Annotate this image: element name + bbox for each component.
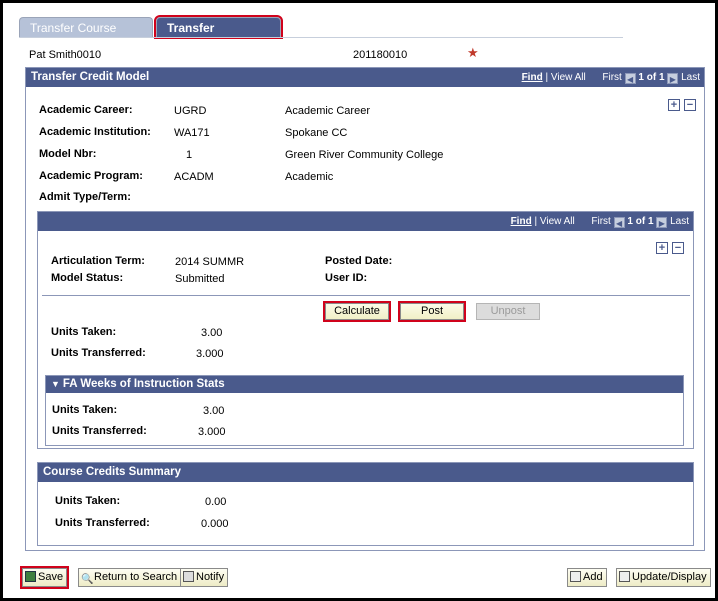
- summary-units-taken-label: Units Taken:: [55, 495, 121, 507]
- academic-institution-label: Academic Institution:: [39, 126, 151, 138]
- notify-button[interactable]: Notify: [180, 568, 229, 587]
- articulation-term-label: Articulation Term:: [51, 255, 145, 267]
- calculate-button[interactable]: Calculate: [323, 301, 391, 322]
- model-nbr-value: 1: [186, 149, 193, 161]
- fa-units-taken-value: 3.00: [203, 405, 225, 417]
- fa-units-transferred-value: 3.000: [198, 426, 226, 438]
- academic-program-code: ACADM: [174, 171, 214, 183]
- transfer-credit-model-group: Transfer Credit Model Find | View All Fi…: [25, 67, 705, 551]
- student-id: 201180010: [353, 49, 408, 61]
- term-row-count: 1 of 1: [627, 216, 654, 227]
- articulation-term-header: Find | View All First ◀ 1 of 1 ▶ Last: [38, 212, 693, 231]
- save-button[interactable]: Save: [19, 566, 70, 589]
- posted-date-label: Posted Date:: [325, 255, 393, 267]
- post-button[interactable]: Post: [398, 301, 466, 322]
- group-title: Transfer Credit Model: [31, 71, 150, 83]
- tab-divider: [19, 37, 623, 38]
- row-count: 1 of 1: [638, 72, 665, 83]
- add-row-icon[interactable]: +: [668, 99, 680, 111]
- units-transferred-value: 3.000: [196, 348, 224, 360]
- transfer-credit-model-header: Transfer Credit Model Find | View All Fi…: [26, 68, 704, 87]
- star-icon: ★: [467, 45, 479, 60]
- fa-weeks-title: FA Weeks of Instruction Stats: [62, 378, 225, 390]
- term-last-label: Last: [670, 216, 689, 227]
- user-id-label: User ID:: [325, 272, 368, 284]
- search-icon: 🔍: [81, 574, 94, 585]
- student-name: Pat Smith0010: [29, 49, 102, 61]
- update-label: Update/Display: [632, 571, 707, 583]
- summary-units-taken-value: 0.00: [205, 496, 227, 508]
- units-transferred-label: Units Transferred:: [51, 347, 146, 359]
- notify-icon: [183, 571, 194, 582]
- term-next-icon[interactable]: ▶: [656, 217, 668, 228]
- notify-label: Notify: [196, 571, 225, 583]
- add-button[interactable]: Add: [567, 568, 607, 587]
- model-status-label: Model Status:: [51, 272, 124, 284]
- fa-weeks-group: ▼ FA Weeks of Instruction Stats Units Tak…: [45, 375, 684, 446]
- add-icon: [570, 571, 581, 582]
- update-display-button[interactable]: Update/Display: [616, 568, 711, 587]
- fa-units-taken-label: Units Taken:: [52, 404, 118, 416]
- save-icon: [25, 571, 36, 582]
- next-icon[interactable]: ▶: [667, 73, 679, 84]
- course-credits-summary-group: Course Credits Summary Units Taken: 0.00…: [37, 462, 694, 546]
- first-label: First: [602, 72, 622, 83]
- tab-transfer-course-details[interactable]: Transfer Course Details: [19, 17, 153, 55]
- fa-weeks-header[interactable]: ▼ FA Weeks of Instruction Stats: [46, 376, 683, 393]
- academic-career-code: UGRD: [174, 105, 207, 117]
- find-link[interactable]: Find: [522, 72, 543, 83]
- delete-row-icon[interactable]: −: [684, 99, 696, 111]
- save-label: Save: [38, 571, 64, 583]
- academic-program-desc: Academic: [285, 171, 334, 183]
- fa-units-transferred-label: Units Transferred:: [52, 425, 147, 437]
- term-view-all-link[interactable]: View All: [540, 216, 575, 227]
- divider: [42, 295, 690, 296]
- return-to-search-button[interactable]: 🔍Return to Search: [78, 568, 182, 587]
- course-credits-summary-header: Course Credits Summary: [38, 463, 693, 482]
- last-label: Last: [681, 72, 700, 83]
- academic-career-label: Academic Career:: [39, 104, 133, 116]
- summary-units-transferred-label: Units Transferred:: [55, 517, 150, 529]
- units-taken-label: Units Taken:: [51, 326, 117, 338]
- model-nav: Find | View All First ◀ 1 of 1 ▶ Last: [521, 72, 700, 84]
- units-taken-value: 3.00: [201, 327, 223, 339]
- summary-units-transferred-value: 0.000: [201, 518, 229, 530]
- academic-career-desc: Academic Career: [285, 105, 370, 117]
- page-frame: Transfer Course Details Transfer Summary…: [0, 0, 718, 601]
- academic-program-label: Academic Program:: [39, 170, 143, 182]
- previous-icon[interactable]: ◀: [624, 73, 636, 84]
- summary-title: Course Credits Summary: [43, 466, 182, 478]
- return-label: Return to Search: [94, 571, 178, 583]
- model-nbr-label: Model Nbr:: [39, 148, 97, 160]
- academic-institution-code: WA171: [174, 127, 210, 139]
- update-icon: [619, 571, 630, 582]
- articulation-term-value: 2014 SUMMR: [175, 256, 245, 268]
- add-label: Add: [583, 571, 603, 583]
- academic-institution-desc: Spokane CC: [285, 127, 348, 139]
- collapse-icon[interactable]: ▼: [51, 379, 60, 389]
- model-status-value: Submitted: [175, 273, 225, 285]
- term-delete-row-icon[interactable]: −: [672, 242, 684, 254]
- term-nav: Find | View All First ◀ 1 of 1 ▶ Last: [510, 216, 689, 228]
- term-find-link[interactable]: Find: [511, 216, 532, 227]
- term-first-label: First: [591, 216, 611, 227]
- articulation-term-group: Find | View All First ◀ 1 of 1 ▶ Last + …: [37, 211, 694, 449]
- view-all-link[interactable]: View All: [551, 72, 586, 83]
- unpost-button: Unpost: [476, 303, 540, 320]
- admit-type-term-label: Admit Type/Term:: [39, 191, 131, 203]
- tab-transfer-summary[interactable]: Transfer Summary: [154, 15, 283, 55]
- model-nbr-desc: Green River Community College: [285, 149, 444, 161]
- term-add-row-icon[interactable]: +: [656, 242, 668, 254]
- term-previous-icon[interactable]: ◀: [613, 217, 625, 228]
